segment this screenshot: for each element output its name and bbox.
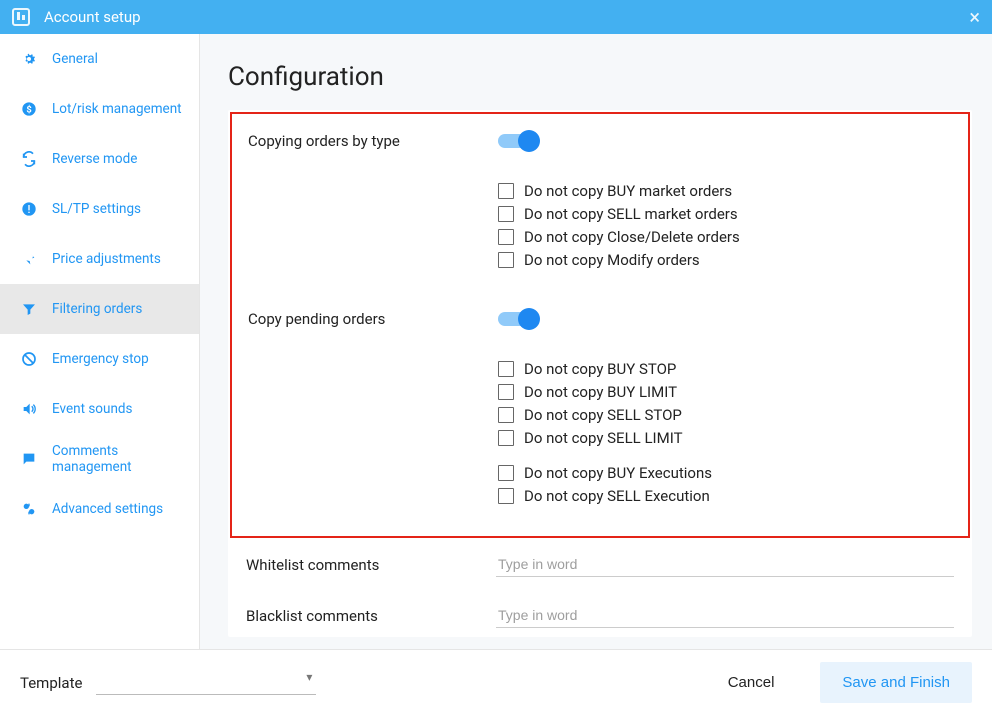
check-item[interactable]: Do not copy Close/Delete orders (498, 228, 952, 246)
footer: Template Cancel Save and Finish (0, 649, 992, 715)
sound-icon (20, 401, 38, 417)
template-select[interactable] (96, 670, 316, 695)
close-icon[interactable]: × (969, 7, 980, 27)
checkbox[interactable] (498, 252, 514, 268)
toggle-copying-orders[interactable] (498, 134, 536, 148)
svg-text:$: $ (26, 104, 31, 115)
sidebar-item-filtering[interactable]: Filtering orders (0, 284, 199, 334)
check-label: Do not copy BUY market orders (524, 182, 732, 200)
sidebar-item-advanced[interactable]: Advanced settings (0, 484, 199, 534)
sidebar-item-label: Advanced settings (52, 501, 189, 517)
page-title: Configuration (228, 62, 972, 92)
sidebar-item-lot-risk[interactable]: $ Lot/risk management (0, 84, 199, 134)
filter-icon (20, 301, 38, 317)
check-label: Do not copy SELL Execution (524, 487, 710, 505)
check-label: Do not copy BUY STOP (524, 360, 676, 378)
sidebar: General $ Lot/risk management Reverse mo… (0, 34, 200, 649)
label-blacklist: Blacklist comments (246, 607, 496, 625)
titlebar: Account setup × (0, 0, 992, 34)
toggle-copy-pending[interactable] (498, 312, 536, 326)
sidebar-item-label: SL/TP settings (52, 201, 189, 217)
template-box: Template (20, 670, 316, 695)
sidebar-item-label: Event sounds (52, 401, 189, 417)
main-content: Configuration Copying orders by type Do … (200, 34, 992, 649)
sidebar-item-comments[interactable]: Comments management (0, 434, 199, 484)
check-label: Do not copy SELL STOP (524, 406, 682, 424)
sidebar-item-label: General (52, 51, 189, 67)
checkbox[interactable] (498, 430, 514, 446)
checkbox[interactable] (498, 407, 514, 423)
check-item[interactable]: Do not copy SELL market orders (498, 205, 952, 223)
body: General $ Lot/risk management Reverse mo… (0, 34, 992, 649)
sidebar-item-emergency[interactable]: Emergency stop (0, 334, 199, 384)
tools-icon (20, 501, 38, 517)
template-label: Template (20, 674, 82, 692)
checkbox[interactable] (498, 384, 514, 400)
dollar-icon: $ (20, 101, 38, 117)
stop-icon (20, 351, 38, 367)
check-item[interactable]: Do not copy BUY LIMIT (498, 383, 952, 401)
sidebar-item-label: Filtering orders (52, 301, 189, 317)
checks-pending-a: Do not copy BUY STOP Do not copy BUY LIM… (498, 360, 952, 447)
pin-icon (20, 251, 38, 267)
window-title: Account setup (44, 8, 969, 26)
gear-icon (20, 51, 38, 67)
check-item[interactable]: Do not copy SELL LIMIT (498, 429, 952, 447)
row-copy-pending: Copy pending orders Do not copy BUY STOP… (248, 306, 952, 510)
sidebar-item-reverse[interactable]: Reverse mode (0, 134, 199, 184)
checks-copying-orders: Do not copy BUY market orders Do not cop… (498, 182, 952, 269)
check-item[interactable]: Do not copy SELL STOP (498, 406, 952, 424)
checkbox[interactable] (498, 183, 514, 199)
label-copying-orders: Copying orders by type (248, 128, 498, 150)
checkbox[interactable] (498, 465, 514, 481)
check-label: Do not copy BUY Executions (524, 464, 712, 482)
reverse-icon (20, 151, 38, 167)
sidebar-item-sounds[interactable]: Event sounds (0, 384, 199, 434)
check-label: Do not copy Close/Delete orders (524, 228, 740, 246)
row-copying-orders: Copying orders by type Do not copy BUY m… (248, 128, 952, 274)
label-whitelist: Whitelist comments (246, 556, 496, 574)
sidebar-item-price[interactable]: Price adjustments (0, 234, 199, 284)
comment-icon (20, 451, 38, 467)
check-item[interactable]: Do not copy BUY STOP (498, 360, 952, 378)
checks-pending-b: Do not copy BUY Executions Do not copy S… (498, 464, 952, 505)
checkbox[interactable] (498, 488, 514, 504)
alert-icon (20, 201, 38, 217)
blacklist-input[interactable] (496, 603, 954, 628)
check-label: Do not copy SELL LIMIT (524, 429, 683, 447)
whitelist-input[interactable] (496, 552, 954, 577)
highlighted-section: Copying orders by type Do not copy BUY m… (230, 112, 970, 538)
sidebar-item-general[interactable]: General (0, 34, 199, 84)
check-item[interactable]: Do not copy SELL Execution (498, 487, 952, 505)
check-label: Do not copy Modify orders (524, 251, 700, 269)
cancel-button[interactable]: Cancel (710, 664, 793, 701)
row-whitelist: Whitelist comments (228, 546, 972, 583)
save-button[interactable]: Save and Finish (820, 662, 972, 703)
check-label: Do not copy BUY LIMIT (524, 383, 677, 401)
check-label: Do not copy SELL market orders (524, 205, 738, 223)
checkbox[interactable] (498, 206, 514, 222)
row-blacklist: Blacklist comments (228, 597, 972, 634)
label-copy-pending: Copy pending orders (248, 306, 498, 328)
config-panel[interactable]: Copying orders by type Do not copy BUY m… (228, 110, 972, 637)
check-item[interactable]: Do not copy Modify orders (498, 251, 952, 269)
sidebar-item-sltp[interactable]: SL/TP settings (0, 184, 199, 234)
sidebar-item-label: Price adjustments (52, 251, 189, 267)
checkbox[interactable] (498, 361, 514, 377)
sidebar-item-label: Lot/risk management (52, 101, 189, 117)
app-icon (12, 8, 30, 26)
checkbox[interactable] (498, 229, 514, 245)
sidebar-item-label: Comments management (52, 443, 189, 475)
check-item[interactable]: Do not copy BUY market orders (498, 182, 952, 200)
sidebar-item-label: Emergency stop (52, 351, 189, 367)
check-item[interactable]: Do not copy BUY Executions (498, 464, 952, 482)
sidebar-item-label: Reverse mode (52, 151, 189, 167)
